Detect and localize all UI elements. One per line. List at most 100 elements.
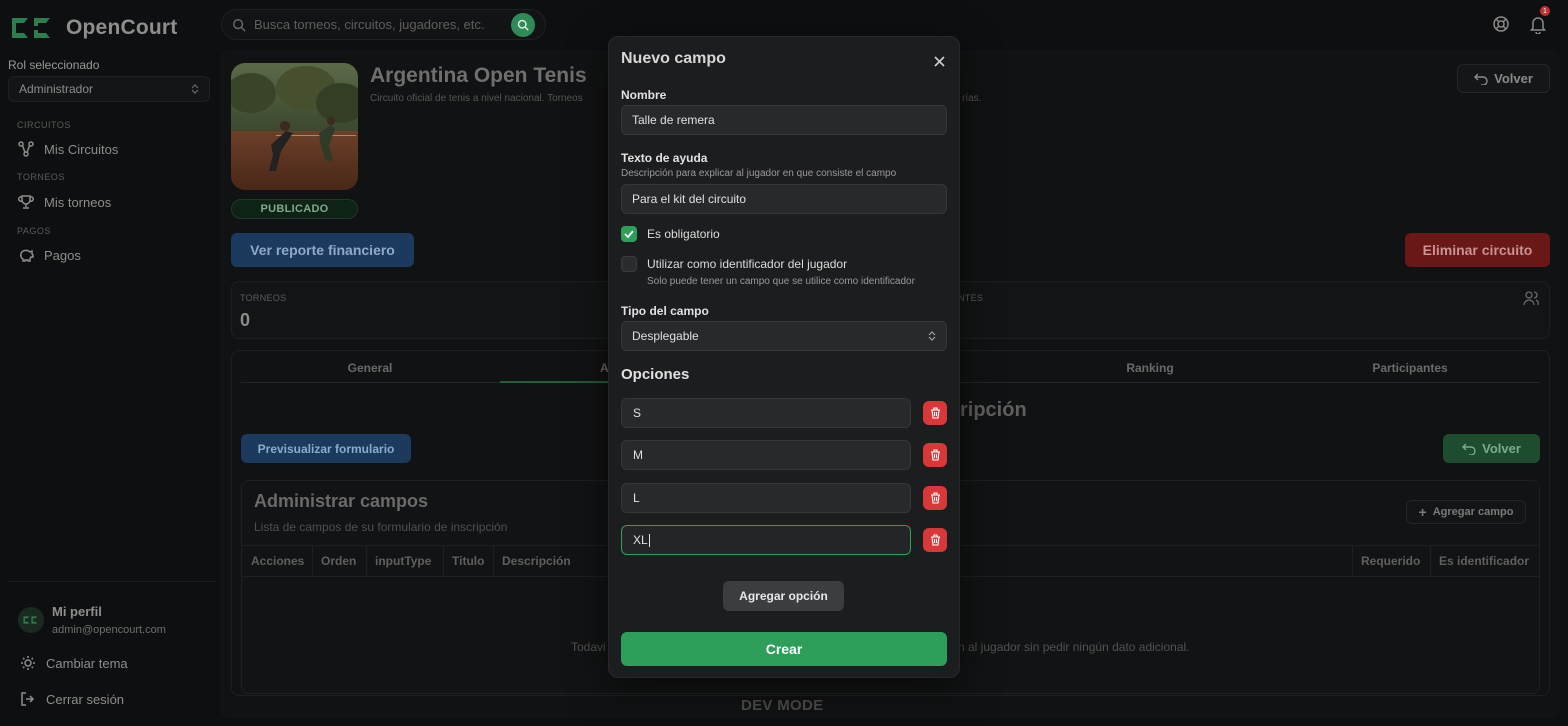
search-bar[interactable]: Busca torneos, circuitos, jugadores, etc…	[221, 9, 546, 40]
option-field[interactable]: M	[621, 440, 911, 470]
close-button[interactable]	[930, 52, 948, 70]
close-icon	[933, 55, 945, 67]
add-field-button[interactable]: + Agregar campo	[1406, 500, 1526, 524]
delete-option-button[interactable]	[923, 528, 947, 552]
col-descripcion[interactable]: Descripción	[502, 554, 571, 568]
trash-icon	[930, 492, 940, 504]
name-label: Nombre	[621, 88, 667, 102]
stat-tournaments-label: TORNEOS	[240, 293, 287, 303]
tab-ranking[interactable]: Ranking	[1020, 361, 1280, 375]
create-button[interactable]: Crear	[621, 632, 947, 666]
circuit-cover-image	[231, 63, 358, 190]
trash-icon	[930, 449, 940, 461]
section-title: ripción	[960, 399, 1027, 421]
col-separator	[366, 546, 367, 576]
sidebar-item-mis-torneos[interactable]: Mis torneos	[18, 194, 111, 210]
role-select[interactable]: Administrador	[8, 76, 210, 102]
sidebar-item-pagos[interactable]: Pagos	[18, 247, 81, 263]
col-separator	[1352, 546, 1353, 576]
back-button[interactable]: Volver	[1457, 64, 1550, 93]
section-torneos: TORNEOS	[17, 172, 65, 182]
help-text-label: Texto de ayuda	[621, 151, 708, 165]
help-text-field[interactable]: Para el kit del circuito	[621, 184, 947, 214]
col-orden[interactable]: Orden	[321, 554, 356, 568]
tab-active[interactable]: A	[500, 361, 620, 375]
tab-general[interactable]: General	[240, 361, 500, 375]
notification-badge: 1	[1540, 6, 1550, 16]
notifications-button[interactable]: 1	[1529, 6, 1550, 35]
field-type-value: Desplegable	[632, 329, 699, 343]
name-field[interactable]: Talle de remera	[621, 105, 947, 135]
sidebar-divider	[8, 581, 216, 582]
stat-participants-label: NTES	[958, 293, 984, 303]
search-submit-button[interactable]	[511, 12, 535, 37]
lifebuoy-icon	[1493, 16, 1509, 32]
stat-tournaments-value: 0	[240, 310, 251, 330]
opencourt-logo-icon	[12, 18, 50, 38]
sidebar-item-label: Mis torneos	[44, 194, 112, 210]
back-button-label: Volver	[1494, 71, 1533, 86]
col-separator	[1430, 546, 1431, 576]
option-value: XL	[633, 533, 648, 547]
financial-report-button[interactable]: Ver reporte financiero	[231, 233, 414, 267]
sun-icon	[21, 656, 35, 670]
identifier-hint: Solo puede tener un campo que se utilice…	[647, 276, 915, 287]
back-button-green[interactable]: Volver	[1443, 434, 1540, 463]
preview-form-button[interactable]: Previsualizar formulario	[241, 434, 411, 463]
theme-label: Cambiar tema	[46, 655, 128, 671]
col-acciones[interactable]: Acciones	[251, 554, 304, 568]
admin-title: Administrar campos	[254, 491, 429, 511]
option-field[interactable]: L	[621, 483, 911, 513]
delete-option-button[interactable]	[923, 443, 947, 467]
section-circuitos: CIRCUITOS	[17, 120, 71, 130]
profile-name[interactable]: Mi perfil	[52, 604, 102, 619]
opencourt-logo-icon	[23, 616, 38, 624]
delete-circuit-button[interactable]: Eliminar circuito	[1405, 233, 1550, 267]
logout-icon	[21, 692, 35, 706]
profile-email: admin@opencourt.com	[52, 624, 166, 636]
option-field-focused[interactable]: XL	[621, 525, 911, 555]
text-cursor	[648, 533, 650, 547]
theme-toggle[interactable]: Cambiar tema	[20, 655, 128, 671]
sidebar-item-mis-circuitos[interactable]: Mis Circuitos	[18, 141, 118, 157]
col-separator	[312, 546, 313, 576]
required-checkbox[interactable]	[621, 226, 637, 242]
role-select-value: Administrador	[19, 82, 94, 96]
field-type-label: Tipo del campo	[621, 304, 709, 318]
search-icon	[517, 19, 529, 31]
col-inputtype[interactable]: inputType	[375, 554, 431, 568]
chevron-updown-icon	[928, 331, 936, 341]
identifier-checkbox[interactable]	[621, 256, 637, 272]
piggy-bank-icon	[20, 249, 34, 262]
tab-participantes[interactable]: Participantes	[1280, 361, 1540, 375]
logout-button[interactable]: Cerrar sesión	[20, 691, 124, 707]
network-icon	[18, 141, 34, 157]
trophy-icon	[18, 195, 34, 209]
delete-option-button[interactable]	[923, 486, 947, 510]
col-titulo[interactable]: Titulo	[452, 554, 484, 568]
sidebar-item-label: Pagos	[44, 247, 81, 263]
chevron-updown-icon	[191, 84, 199, 94]
col-es-identificador[interactable]: Es identificador	[1439, 554, 1529, 568]
add-option-button[interactable]: Agregar opción	[723, 581, 844, 611]
modal-title: Nuevo campo	[621, 50, 726, 67]
help-text-description: Descripción para explicar al jugador en …	[621, 168, 897, 179]
col-requerido[interactable]: Requerido	[1361, 554, 1420, 568]
option-field[interactable]: S	[621, 398, 911, 428]
trash-icon	[930, 407, 940, 419]
back-button-label: Volver	[1482, 441, 1521, 456]
delete-option-button[interactable]	[923, 401, 947, 425]
app-logo[interactable]: OpenCourt	[8, 12, 208, 44]
avatar[interactable]	[18, 607, 44, 633]
help-button[interactable]	[1492, 15, 1512, 35]
dev-mode-label: DEV MODE	[741, 697, 824, 714]
undo-arrow-icon	[1462, 443, 1476, 455]
field-type-select[interactable]: Desplegable	[621, 321, 947, 351]
tab-active-indicator	[500, 381, 620, 383]
circuit-title: Argentina Open Tenis	[370, 64, 587, 87]
role-label: Rol seleccionado	[8, 58, 100, 72]
checkmark-icon	[624, 230, 634, 238]
plus-icon: +	[1418, 504, 1427, 520]
search-input[interactable]: Busca torneos, circuitos, jugadores, etc…	[254, 17, 503, 32]
admin-subtitle: Lista de campos de su formulario de insc…	[254, 520, 508, 534]
